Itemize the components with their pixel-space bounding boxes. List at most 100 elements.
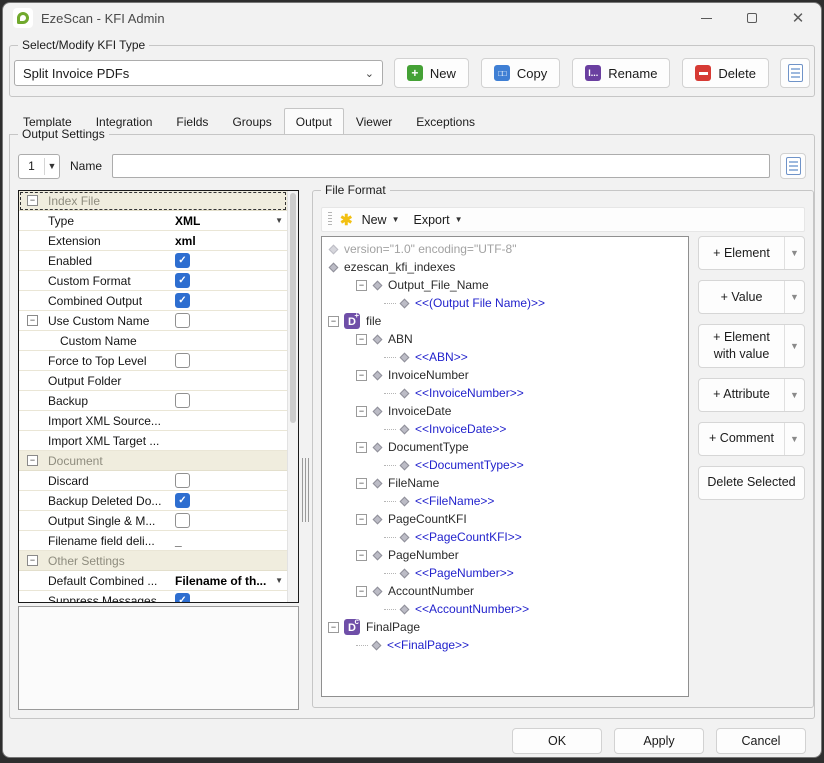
tree-item-accountnumber[interactable]: −AccountNumber bbox=[322, 582, 688, 600]
tab-viewer[interactable]: Viewer bbox=[344, 110, 404, 134]
tree-item-output-file-name[interactable]: −Output_File_Name bbox=[322, 276, 688, 294]
collapse-expander-icon[interactable]: − bbox=[356, 280, 367, 291]
property-value[interactable]: Filename of th...▼ bbox=[175, 574, 287, 588]
tree-item-filename[interactable]: <<FileName>> bbox=[322, 492, 688, 510]
checkbox-backup-deleted-do[interactable]: ✓ bbox=[175, 493, 190, 508]
rename-button[interactable]: I...Rename bbox=[572, 58, 670, 88]
property-value[interactable] bbox=[175, 393, 287, 408]
output-index-combobox[interactable]: 1 ▼ bbox=[18, 154, 60, 179]
collapse-expander-icon[interactable]: − bbox=[27, 555, 38, 566]
tree-item-invoicenumber[interactable]: <<InvoiceNumber>> bbox=[322, 384, 688, 402]
tab-exceptions[interactable]: Exceptions bbox=[404, 110, 487, 134]
checkbox-suppress-messages[interactable]: ✓ bbox=[175, 593, 190, 603]
property-value[interactable] bbox=[175, 513, 287, 528]
chevron-down-icon[interactable]: ▼ bbox=[784, 281, 804, 313]
tree-item-accountnumber[interactable]: <<AccountNumber>> bbox=[322, 600, 688, 618]
property-value[interactable]: XML▼ bbox=[175, 214, 287, 228]
output-name-input[interactable] bbox=[112, 154, 770, 178]
collapse-expander-icon[interactable]: − bbox=[356, 370, 367, 381]
property-value[interactable]: ✓ bbox=[175, 493, 287, 508]
tree-item-abn[interactable]: <<ABN>> bbox=[322, 348, 688, 366]
close-button[interactable]: ✕ bbox=[775, 3, 821, 33]
collapse-expander-icon[interactable]: − bbox=[356, 442, 367, 453]
chevron-down-icon[interactable]: ▼ bbox=[784, 237, 804, 269]
scrollbar-thumb[interactable] bbox=[290, 193, 296, 423]
tree-item-pagenumber[interactable]: <<PageNumber>> bbox=[322, 564, 688, 582]
delete-button[interactable]: Delete bbox=[682, 58, 769, 88]
property-value[interactable]: _ bbox=[175, 534, 287, 548]
tree-item-documenttype[interactable]: <<DocumentType>> bbox=[322, 456, 688, 474]
checkbox-combined-output[interactable]: ✓ bbox=[175, 293, 190, 308]
panel-splitter[interactable] bbox=[299, 190, 312, 710]
add-element-with-value-button[interactable]: + Element with value▼ bbox=[698, 324, 805, 368]
property-value[interactable]: ✓ bbox=[175, 293, 287, 308]
tree-item-output-file-name[interactable]: <<(Output File Name)>> bbox=[322, 294, 688, 312]
new-button[interactable]: +New bbox=[394, 58, 469, 88]
tree-item-abn[interactable]: −ABN bbox=[322, 330, 688, 348]
tab-groups[interactable]: Groups bbox=[220, 110, 283, 134]
tab-output[interactable]: Output bbox=[284, 108, 344, 134]
tree-item-pagecountkfi[interactable]: −PageCountKFI bbox=[322, 510, 688, 528]
collapse-expander-icon[interactable]: − bbox=[356, 514, 367, 525]
collapse-expander-icon[interactable]: − bbox=[27, 195, 38, 206]
tree-item-documenttype[interactable]: −DocumentType bbox=[322, 438, 688, 456]
maximize-button[interactable] bbox=[729, 3, 775, 33]
tree-item-ezescan-kfi-indexes[interactable]: ezescan_kfi_indexes bbox=[322, 258, 688, 276]
tab-fields[interactable]: Fields bbox=[164, 110, 220, 134]
property-value[interactable] bbox=[175, 313, 287, 328]
ok-button[interactable]: OK bbox=[512, 728, 602, 754]
toolbar-new-menu[interactable]: New ▼ bbox=[357, 211, 405, 229]
chevron-down-icon[interactable]: ▼ bbox=[784, 423, 804, 455]
kfi-type-combobox[interactable]: Split Invoice PDFs ⌄ bbox=[14, 60, 383, 86]
tree-item-version-1-0-encoding-utf-8[interactable]: version="1.0" encoding="UTF-8" bbox=[322, 240, 688, 258]
chevron-down-icon[interactable]: ▼ bbox=[784, 325, 804, 367]
cancel-button[interactable]: Cancel bbox=[716, 728, 806, 754]
checkbox-enabled[interactable]: ✓ bbox=[175, 253, 190, 268]
tree-item-pagecountkfi[interactable]: <<PageCountKFI>> bbox=[322, 528, 688, 546]
property-value[interactable]: ✓ bbox=[175, 253, 287, 268]
collapse-expander-icon[interactable]: − bbox=[27, 315, 38, 326]
checkbox-discard[interactable] bbox=[175, 473, 190, 488]
checkbox-custom-format[interactable]: ✓ bbox=[175, 273, 190, 288]
copy-button[interactable]: □□Copy bbox=[481, 58, 560, 88]
property-grid-scrollbar[interactable] bbox=[287, 191, 298, 602]
property-value[interactable]: ✓ bbox=[175, 273, 287, 288]
chevron-down-icon[interactable]: ▼ bbox=[784, 379, 804, 411]
chevron-down-icon[interactable]: ▼ bbox=[275, 216, 283, 225]
add-attribute-button[interactable]: + Attribute▼ bbox=[698, 378, 805, 412]
collapse-expander-icon[interactable]: − bbox=[328, 622, 339, 633]
add-value-button[interactable]: + Value▼ bbox=[698, 280, 805, 314]
checkbox-force-to-top-level[interactable] bbox=[175, 353, 190, 368]
property-value[interactable]: ✓ bbox=[175, 593, 287, 603]
tree-item-filename[interactable]: −FileName bbox=[322, 474, 688, 492]
delete-selected-button[interactable]: Delete Selected bbox=[698, 466, 805, 500]
tree-item-invoicedate[interactable]: <<InvoiceDate>> bbox=[322, 420, 688, 438]
kfi-notes-button[interactable] bbox=[780, 58, 810, 88]
chevron-down-icon[interactable]: ⌄ bbox=[365, 67, 374, 80]
toolbar-export-menu[interactable]: Export ▼ bbox=[409, 211, 468, 229]
checkbox-output-single-m[interactable] bbox=[175, 513, 190, 528]
apply-button[interactable]: Apply bbox=[614, 728, 704, 754]
checkbox-backup[interactable] bbox=[175, 393, 190, 408]
property-value[interactable]: xml bbox=[175, 234, 287, 248]
add-comment-button[interactable]: + Comment▼ bbox=[698, 422, 805, 456]
collapse-expander-icon[interactable]: − bbox=[356, 586, 367, 597]
checkbox-use-custom-name[interactable] bbox=[175, 313, 190, 328]
tree-item-finalpage[interactable]: <<FinalPage>> bbox=[322, 636, 688, 654]
collapse-expander-icon[interactable]: − bbox=[356, 478, 367, 489]
tree-item-file[interactable]: −D+file bbox=[322, 312, 688, 330]
tree-item-invoicenumber[interactable]: −InvoiceNumber bbox=[322, 366, 688, 384]
collapse-expander-icon[interactable]: − bbox=[356, 334, 367, 345]
tree-item-invoicedate[interactable]: −InvoiceDate bbox=[322, 402, 688, 420]
collapse-expander-icon[interactable]: − bbox=[356, 406, 367, 417]
tree-item-pagenumber[interactable]: −PageNumber bbox=[322, 546, 688, 564]
collapse-expander-icon[interactable]: − bbox=[27, 455, 38, 466]
collapse-expander-icon[interactable]: − bbox=[356, 550, 367, 561]
property-value[interactable] bbox=[175, 353, 287, 368]
property-value[interactable] bbox=[175, 473, 287, 488]
chevron-down-icon[interactable]: ▼ bbox=[275, 576, 283, 585]
minimize-button[interactable] bbox=[683, 3, 729, 33]
name-notes-button[interactable] bbox=[780, 153, 806, 179]
add-element-button[interactable]: + Element▼ bbox=[698, 236, 805, 270]
chevron-down-icon[interactable]: ▼ bbox=[45, 161, 59, 171]
